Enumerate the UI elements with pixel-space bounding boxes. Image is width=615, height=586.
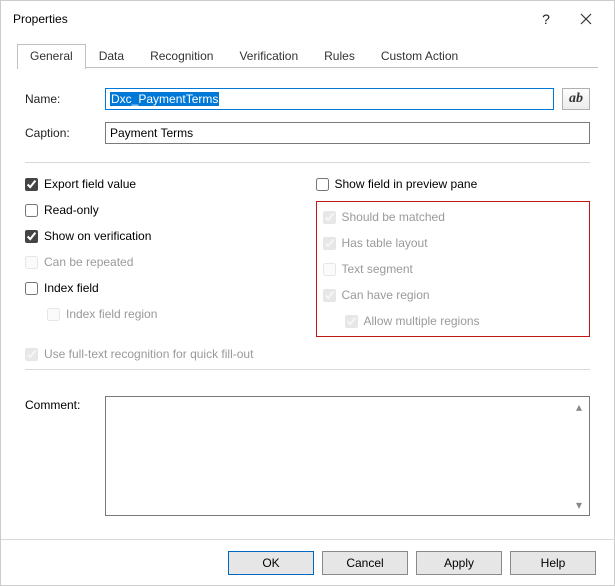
checkbox-area: Export field value Read-only Show on ver…	[25, 175, 590, 337]
titlebar-help-button[interactable]: ?	[526, 5, 566, 33]
ab-icon[interactable]: ab	[562, 88, 590, 110]
apply-button[interactable]: Apply	[416, 551, 502, 575]
comment-label: Comment:	[25, 396, 105, 516]
cancel-button[interactable]: Cancel	[322, 551, 408, 575]
chk-index-field-region-box	[47, 308, 60, 321]
dialog-footer: OK Cancel Apply Help	[1, 539, 614, 585]
chk-can-have-region-box	[323, 289, 336, 302]
chk-has-table-layout: Has table layout	[323, 234, 584, 252]
chk-should-be-matched: Should be matched	[323, 208, 584, 226]
window-title: Properties	[13, 12, 526, 26]
scroll-down-icon[interactable]: ▾	[571, 497, 587, 513]
chk-index-field-region: Index field region	[25, 305, 300, 323]
chk-can-have-region: Can have region	[323, 286, 584, 304]
tab-verification[interactable]: Verification	[226, 44, 311, 69]
chk-allow-multiple-regions: Allow multiple regions	[323, 312, 584, 330]
tab-content-general: Name: Dxc_PaymentTerms ab Caption: Expor…	[1, 68, 614, 539]
name-label: Name:	[25, 92, 105, 106]
help-button[interactable]: Help	[510, 551, 596, 575]
close-icon	[580, 13, 592, 25]
chk-read-only[interactable]: Read-only	[25, 201, 300, 219]
chk-index-field-box[interactable]	[25, 282, 38, 295]
caption-input[interactable]	[105, 122, 590, 144]
chk-text-segment: Text segment	[323, 260, 584, 278]
chk-read-only-box[interactable]	[25, 204, 38, 217]
chk-should-be-matched-box	[323, 211, 336, 224]
name-row: Name: Dxc_PaymentTerms ab	[25, 88, 590, 110]
tab-strip: General Data Recognition Verification Ru…	[1, 37, 614, 68]
titlebar: Properties ?	[1, 1, 614, 37]
chk-export-field-value-box[interactable]	[25, 178, 38, 191]
chk-has-table-layout-box	[323, 237, 336, 250]
caption-label: Caption:	[25, 126, 105, 140]
checkbox-col-right: Show field in preview pane Should be mat…	[316, 175, 591, 337]
tab-custom-action[interactable]: Custom Action	[368, 44, 471, 69]
chk-full-text-recognition: Use full-text recognition for quick fill…	[25, 345, 590, 363]
name-input[interactable]: Dxc_PaymentTerms	[105, 88, 554, 110]
titlebar-close-button[interactable]	[566, 5, 606, 33]
chk-allow-multiple-regions-box	[345, 315, 358, 328]
chk-index-field[interactable]: Index field	[25, 279, 300, 297]
tab-rules[interactable]: Rules	[311, 44, 368, 69]
chk-can-be-repeated-box	[25, 256, 38, 269]
ok-button[interactable]: OK	[228, 551, 314, 575]
chk-full-text-recognition-box	[25, 348, 38, 361]
chk-show-on-verification-box[interactable]	[25, 230, 38, 243]
name-input-selection: Dxc_PaymentTerms	[110, 92, 219, 106]
chk-show-field-preview[interactable]: Show field in preview pane	[316, 175, 591, 193]
chk-text-segment-box	[323, 263, 336, 276]
comment-textarea[interactable]	[106, 397, 589, 515]
highlighted-checkbox-group: Should be matched Has table layout Text …	[316, 201, 591, 337]
tab-recognition[interactable]: Recognition	[137, 44, 226, 69]
separator-1	[25, 162, 590, 163]
comment-box[interactable]: ▴ ▾	[105, 396, 590, 516]
chk-show-on-verification[interactable]: Show on verification	[25, 227, 300, 245]
chk-show-field-preview-box[interactable]	[316, 178, 329, 191]
checkbox-col-left: Export field value Read-only Show on ver…	[25, 175, 300, 337]
properties-dialog: Properties ? General Data Recognition Ve…	[0, 0, 615, 586]
tab-general[interactable]: General	[17, 44, 86, 69]
scroll-up-icon[interactable]: ▴	[571, 399, 587, 415]
caption-row: Caption:	[25, 122, 590, 144]
tab-strip-border	[17, 67, 598, 68]
chk-can-be-repeated: Can be repeated	[25, 253, 300, 271]
chk-export-field-value[interactable]: Export field value	[25, 175, 300, 193]
comment-row: Comment: ▴ ▾	[25, 396, 590, 516]
separator-2	[25, 369, 590, 370]
tab-data[interactable]: Data	[86, 44, 137, 69]
